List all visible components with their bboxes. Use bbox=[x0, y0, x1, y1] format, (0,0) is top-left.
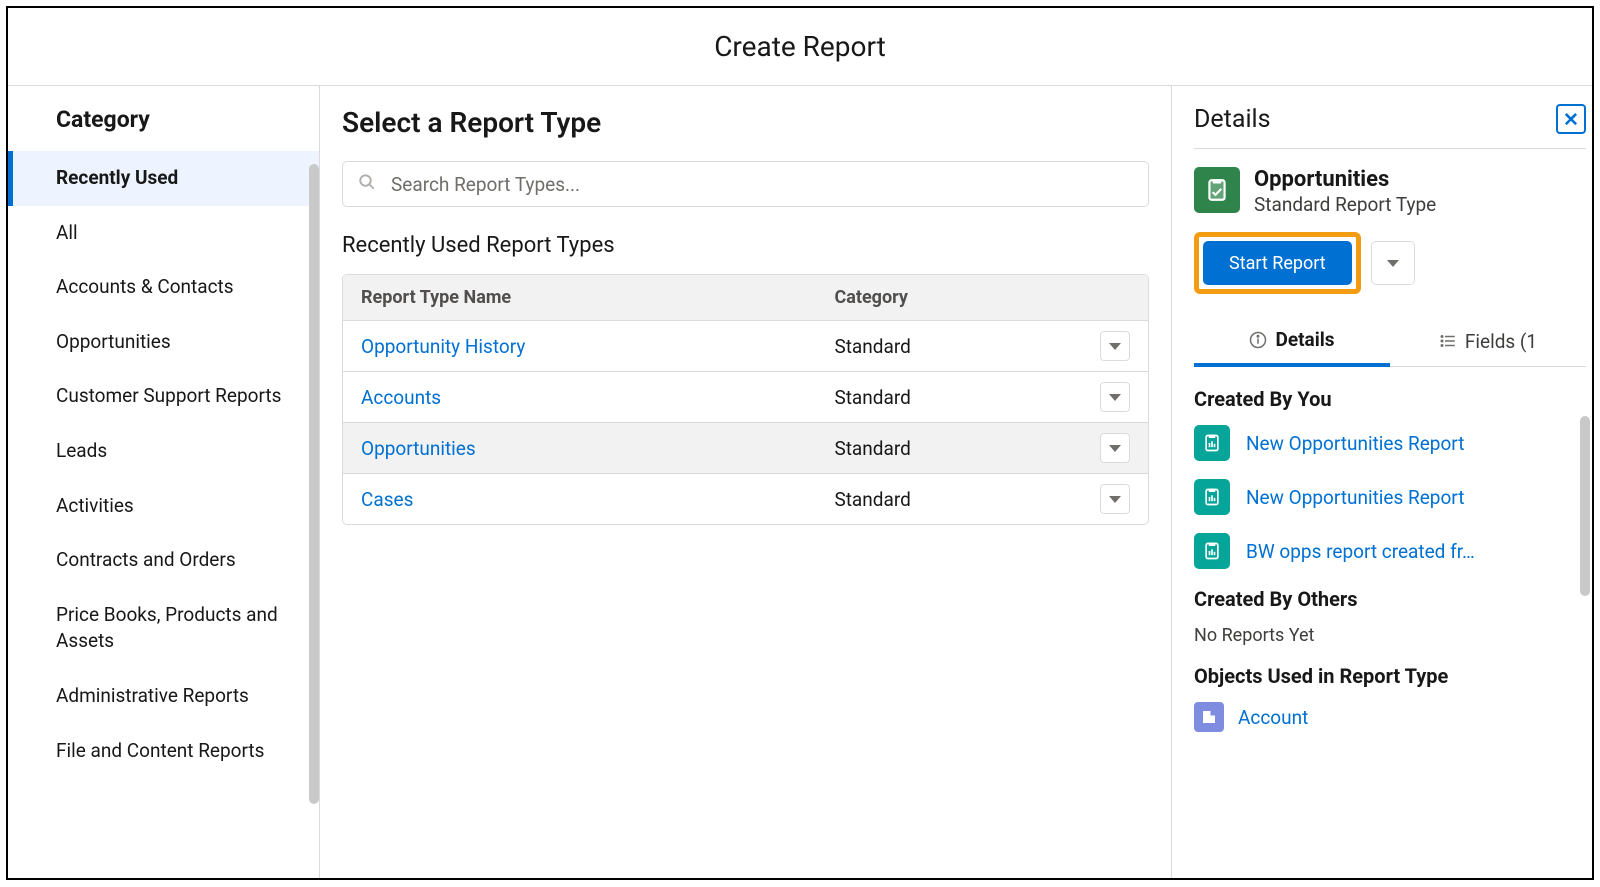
category-item-label: All bbox=[56, 221, 78, 244]
row-category: Standard bbox=[816, 423, 1082, 474]
sidebar-heading: Category bbox=[8, 100, 319, 151]
details-panel: Details ✕ Opportunities Standard Report … bbox=[1172, 86, 1592, 878]
report-link-row[interactable]: New Opportunities Report bbox=[1194, 479, 1586, 515]
report-type-icon bbox=[1194, 167, 1240, 213]
category-item-activities[interactable]: Activities bbox=[8, 479, 319, 534]
row-actions-button[interactable] bbox=[1100, 331, 1130, 361]
objects-heading: Objects Used in Report Type bbox=[1194, 664, 1586, 688]
col-actions bbox=[1082, 275, 1148, 321]
row-name: Opportunities bbox=[343, 423, 816, 474]
category-item-label: Contracts and Orders bbox=[56, 548, 236, 571]
category-sidebar: Category Recently Used All Accounts & Co… bbox=[8, 86, 320, 878]
chevron-down-icon bbox=[1109, 343, 1121, 350]
chevron-down-icon bbox=[1109, 445, 1121, 452]
category-item-label: File and Content Reports bbox=[56, 739, 264, 762]
category-item-administrative[interactable]: Administrative Reports bbox=[8, 669, 319, 724]
selected-report-title: Opportunities bbox=[1254, 167, 1436, 193]
tab-label: Details bbox=[1275, 328, 1334, 351]
category-item-label: Accounts & Contacts bbox=[56, 275, 234, 298]
account-icon bbox=[1194, 702, 1224, 732]
main-panel: Select a Report Type Recently Used Repor… bbox=[320, 86, 1172, 878]
category-item-customer-support[interactable]: Customer Support Reports bbox=[8, 369, 319, 424]
main-heading: Select a Report Type bbox=[342, 106, 1149, 139]
category-item-contracts-orders[interactable]: Contracts and Orders bbox=[8, 533, 319, 588]
report-icon bbox=[1194, 425, 1230, 461]
category-item-label: Price Books, Products and Assets bbox=[56, 603, 278, 653]
details-heading: Details bbox=[1194, 105, 1271, 134]
created-by-you-heading: Created By You bbox=[1194, 387, 1586, 411]
tab-fields[interactable]: Fields (1 bbox=[1390, 318, 1586, 366]
modal-header: Create Report bbox=[8, 8, 1592, 86]
selected-report-subtitle: Standard Report Type bbox=[1254, 193, 1436, 216]
start-report-dropdown[interactable] bbox=[1371, 241, 1415, 285]
chevron-down-icon bbox=[1109, 394, 1121, 401]
category-item-leads[interactable]: Leads bbox=[8, 424, 319, 479]
object-row[interactable]: Account bbox=[1194, 702, 1586, 732]
row-category: Standard bbox=[816, 372, 1082, 423]
category-item-label: Activities bbox=[56, 494, 134, 517]
search-icon bbox=[358, 173, 376, 195]
row-name: Opportunity History bbox=[343, 321, 816, 372]
report-link: BW opps report created fr… bbox=[1246, 540, 1475, 563]
close-icon: ✕ bbox=[1563, 108, 1579, 131]
close-button[interactable]: ✕ bbox=[1556, 104, 1586, 134]
sidebar-scrollbar[interactable] bbox=[309, 164, 319, 804]
report-link: New Opportunities Report bbox=[1246, 432, 1464, 455]
tab-label: Fields (1 bbox=[1465, 330, 1537, 353]
category-item-label: Customer Support Reports bbox=[56, 384, 281, 407]
list-heading: Recently Used Report Types bbox=[342, 233, 1149, 258]
report-type-table: Report Type Name Category Opportunity Hi… bbox=[342, 274, 1149, 525]
table-row[interactable]: Opportunities Standard bbox=[343, 423, 1148, 474]
report-icon bbox=[1194, 533, 1230, 569]
category-item-accounts-contacts[interactable]: Accounts & Contacts bbox=[8, 260, 319, 315]
table-row[interactable]: Opportunity History Standard bbox=[343, 321, 1148, 372]
details-scrollbar[interactable] bbox=[1580, 416, 1590, 596]
col-name: Report Type Name bbox=[343, 275, 816, 321]
chevron-down-icon bbox=[1109, 496, 1121, 503]
col-category: Category bbox=[816, 275, 1082, 321]
tutorial-highlight: Start Report bbox=[1194, 232, 1361, 294]
category-item-opportunities[interactable]: Opportunities bbox=[8, 315, 319, 370]
row-actions-button[interactable] bbox=[1100, 484, 1130, 514]
category-item-label: Opportunities bbox=[56, 330, 171, 353]
report-icon bbox=[1194, 479, 1230, 515]
row-category: Standard bbox=[816, 321, 1082, 372]
row-actions-button[interactable] bbox=[1100, 382, 1130, 412]
info-icon bbox=[1249, 331, 1267, 349]
row-category: Standard bbox=[816, 474, 1082, 524]
list-icon bbox=[1439, 332, 1457, 350]
object-link: Account bbox=[1238, 706, 1308, 729]
search-input[interactable] bbox=[342, 161, 1149, 207]
category-item-recently-used[interactable]: Recently Used bbox=[8, 151, 319, 206]
category-item-file-content[interactable]: File and Content Reports bbox=[8, 724, 319, 779]
start-report-button[interactable]: Start Report bbox=[1203, 241, 1352, 285]
created-by-others-text: No Reports Yet bbox=[1194, 625, 1586, 646]
table-row[interactable]: Cases Standard bbox=[343, 474, 1148, 524]
row-name: Cases bbox=[343, 474, 816, 524]
modal-title: Create Report bbox=[714, 30, 886, 63]
category-item-all[interactable]: All bbox=[8, 206, 319, 261]
report-link: New Opportunities Report bbox=[1246, 486, 1464, 509]
report-link-row[interactable]: New Opportunities Report bbox=[1194, 425, 1586, 461]
details-tabs: Details Fields (1 bbox=[1194, 318, 1586, 367]
created-by-others-heading: Created By Others bbox=[1194, 587, 1586, 611]
category-item-label: Recently Used bbox=[56, 166, 178, 189]
category-item-price-books[interactable]: Price Books, Products and Assets bbox=[8, 588, 319, 669]
tab-details[interactable]: Details bbox=[1194, 318, 1390, 367]
row-actions-button[interactable] bbox=[1100, 433, 1130, 463]
category-item-label: Leads bbox=[56, 439, 107, 462]
report-link-row[interactable]: BW opps report created fr… bbox=[1194, 533, 1586, 569]
chevron-down-icon bbox=[1387, 260, 1399, 267]
table-row[interactable]: Accounts Standard bbox=[343, 372, 1148, 423]
category-item-label: Administrative Reports bbox=[56, 684, 249, 707]
row-name: Accounts bbox=[343, 372, 816, 423]
